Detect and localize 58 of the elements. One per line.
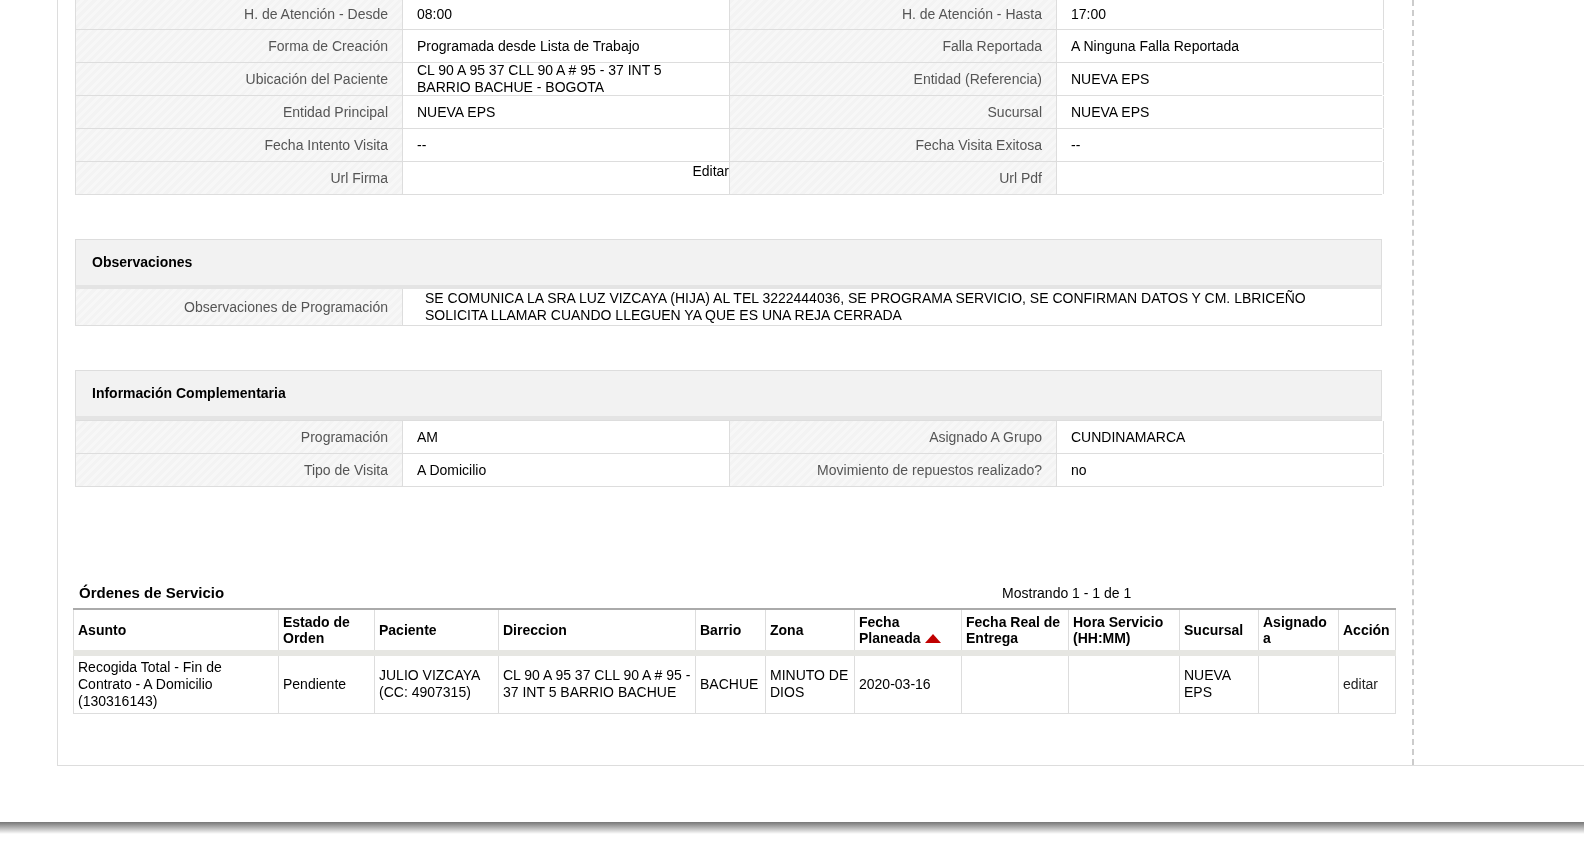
field-value: no xyxy=(1071,461,1087,479)
field-label: Falla Reportada xyxy=(730,30,1057,62)
edit-link[interactable]: Editar xyxy=(692,163,729,180)
table-cell: BACHUE xyxy=(700,675,759,692)
field-value: -- xyxy=(1071,136,1081,154)
field-value: A Domicilio xyxy=(417,461,487,479)
field-label: Sucursal xyxy=(730,96,1057,128)
table-title: Órdenes de Servicio xyxy=(79,582,225,603)
column-header[interactable]: Fecha Real de Entrega xyxy=(961,609,1069,653)
field-value: 08:00 xyxy=(417,6,453,23)
field-value: CL 90 A 95 37 CLL 90 A # 95 - 37 INT 5 BARRIO BACHUE - BOGOTA xyxy=(417,62,663,96)
column-header[interactable]: Direccion xyxy=(498,609,696,653)
field-label: Tipo de Visita xyxy=(76,454,403,486)
column-header[interactable]: Asignado a xyxy=(1258,609,1339,653)
field-value: AM xyxy=(417,428,438,446)
paging-info: Mostrando 1 - 1 de 1 xyxy=(1002,584,1132,603)
field-value: 17:00 xyxy=(1071,6,1107,23)
field-value: A Ninguna Falla Reportada xyxy=(1071,37,1240,55)
field-label: Ubicación del Paciente xyxy=(76,63,403,95)
column-header[interactable]: Fecha Planeada xyxy=(854,609,962,653)
table-cell: Recogida Total - Fin de Contrato - A Domicilio (130316143) xyxy=(78,658,222,709)
table-cell: Pendiente xyxy=(283,675,347,692)
section-header: Información Complementaria xyxy=(75,370,1382,420)
field-label: Url Pdf xyxy=(730,162,1057,194)
field-value: Programada desde Lista de Trabajo xyxy=(417,37,640,55)
table-cell: 2020-03-16 xyxy=(859,675,931,692)
column-header[interactable]: Paciente xyxy=(374,609,499,653)
table-cell: NUEVA EPS xyxy=(1184,667,1231,701)
table-cell: CL 90 A 95 37 CLL 90 A # 95 - 37 INT 5 BARRIO BACHUE xyxy=(503,667,691,701)
column-header[interactable]: Acción xyxy=(1338,609,1396,653)
field-label: Programación xyxy=(76,421,403,453)
field-value: NUEVA EPS xyxy=(1071,70,1150,88)
column-header[interactable]: Estado de Orden xyxy=(278,609,375,653)
field-label: Entidad (Referencia) xyxy=(730,63,1057,95)
field-label: Url Firma xyxy=(76,162,403,194)
field-label: H. de Atención - Desde xyxy=(76,0,403,29)
column-header[interactable]: Sucursal xyxy=(1179,609,1259,653)
field-value: NUEVA EPS xyxy=(417,103,496,121)
field-label: Movimiento de repuestos realizado? xyxy=(730,454,1057,486)
field-label: H. de Atención - Hasta xyxy=(730,0,1057,29)
field-label: Fecha Intento Visita xyxy=(76,129,403,161)
field-label: Forma de Creación xyxy=(76,30,403,62)
section-header: Observaciones xyxy=(75,239,1382,289)
field-label: Fecha Visita Exitosa xyxy=(730,129,1057,161)
table-cell: MINUTO DE DIOS xyxy=(770,667,849,701)
column-header[interactable]: Zona xyxy=(765,609,855,653)
table-cell: JULIO VIZCAYA (CC: 4907315) xyxy=(379,667,480,701)
field-label: Asignado A Grupo xyxy=(730,421,1057,453)
field-value: CUNDINAMARCA xyxy=(1071,428,1186,446)
column-header[interactable]: Asunto xyxy=(73,609,279,653)
field-value: -- xyxy=(417,136,427,154)
field-value: NUEVA EPS xyxy=(1071,103,1150,121)
column-header[interactable]: Barrio xyxy=(695,609,766,653)
field-label: Entidad Principal xyxy=(76,96,403,128)
field-label: Observaciones de Programación xyxy=(76,289,403,325)
column-header[interactable]: Hora Servicio (HH:MM) xyxy=(1068,609,1180,653)
observation-text: SE COMUNICA LA SRA LUZ VIZCAYA (HIJA) AL TEL 3222444036, SE PROGRAMA SERVICIO, SE CONFIRMAN DATOS Y CM. LBRICEÑO SOLICITA LLAMAR CUANDO LLEGUEN YA QUE ES UNA REJA CERRADA xyxy=(424,290,1307,324)
edit-link[interactable]: editar xyxy=(1343,675,1379,692)
